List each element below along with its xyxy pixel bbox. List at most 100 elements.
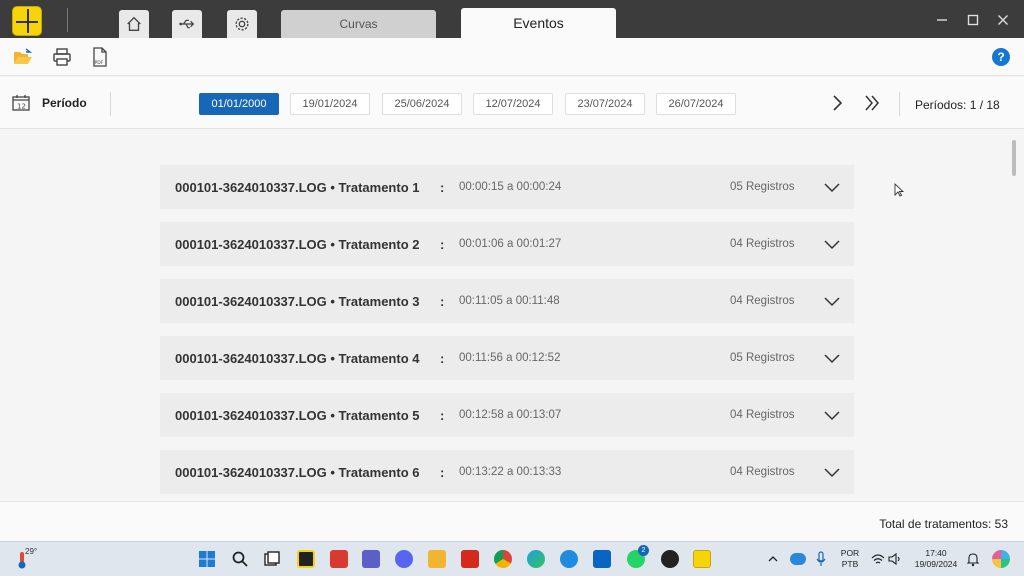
period-date-button[interactable]: 12/07/2024	[473, 93, 553, 115]
close-button[interactable]	[995, 12, 1011, 28]
chevron-down-icon[interactable]	[824, 409, 840, 421]
event-row[interactable]: 000101-3624010337.LOG • Tratamento 3 : 0…	[160, 279, 854, 323]
event-name: 000101-3624010337.LOG • Tratamento 5	[175, 408, 420, 423]
maximize-button[interactable]	[965, 12, 981, 28]
chevron-down-icon[interactable]	[824, 238, 840, 250]
anydesk-icon[interactable]	[330, 550, 348, 568]
windows-start-icon[interactable]	[198, 550, 216, 568]
copilot-icon[interactable]	[992, 550, 1010, 568]
file-explorer-icon[interactable]	[428, 550, 446, 568]
period-date-button[interactable]: 01/01/2000	[199, 93, 279, 115]
home-button[interactable]	[119, 10, 149, 38]
search-icon[interactable]	[231, 550, 249, 568]
weather-temp: 29°	[25, 547, 38, 556]
clock[interactable]: 17:40 19/09/2024	[910, 548, 962, 570]
period-date-button[interactable]: 25/06/2024	[382, 93, 462, 115]
event-row[interactable]: 000101-3624010337.LOG • Tratamento 6 : 0…	[160, 450, 854, 494]
event-separator: :	[440, 465, 445, 480]
open-folder-button[interactable]	[12, 46, 34, 68]
minimize-button[interactable]	[934, 12, 950, 28]
event-record-count: 05 Registros	[730, 181, 795, 193]
event-record-count: 04 Registros	[730, 409, 795, 421]
microphone-icon[interactable]	[815, 550, 827, 568]
maximize-icon	[967, 14, 979, 26]
divider	[899, 92, 900, 116]
svg-text:PDF: PDF	[95, 60, 104, 66]
mouse-cursor-icon	[894, 183, 904, 197]
chrome-icon[interactable]	[494, 550, 512, 568]
total-treatments: Total de tratamentos: 53	[879, 517, 1008, 531]
period-label: Período	[42, 96, 87, 110]
weather-widget[interactable]: 29°	[17, 547, 39, 571]
clock-date: 19/09/2024	[914, 559, 958, 569]
task-view-icon[interactable]	[263, 550, 281, 568]
language-code: POR	[840, 548, 860, 558]
event-name: 000101-3624010337.LOG • Tratamento 2	[175, 237, 420, 252]
title-bar: Curvas Eventos	[0, 0, 1024, 38]
usb-icon	[179, 19, 195, 29]
period-date-button[interactable]: 23/07/2024	[565, 93, 645, 115]
next-period-button[interactable]	[828, 94, 846, 112]
whatsapp-badge: 2	[638, 545, 649, 556]
export-pdf-button[interactable]: PDF	[89, 46, 111, 68]
usb-button[interactable]	[172, 10, 202, 38]
period-date-button[interactable]: 19/01/2024	[290, 93, 370, 115]
close-icon	[998, 15, 1008, 25]
period-date-button[interactable]: 26/07/2024	[656, 93, 736, 115]
event-row[interactable]: 000101-3624010337.LOG • Tratamento 4 : 0…	[160, 336, 854, 380]
wifi-icon[interactable]	[871, 550, 885, 568]
chevron-right-icon	[833, 95, 843, 111]
event-separator: :	[440, 351, 445, 366]
event-time-range: 00:11:05 a 00:11:48	[459, 295, 560, 307]
chevron-down-icon[interactable]	[824, 295, 840, 307]
chevron-down-icon[interactable]	[824, 181, 840, 193]
event-record-count: 04 Registros	[730, 295, 795, 307]
chevron-down-icon[interactable]	[824, 352, 840, 364]
app-logo-icon	[12, 6, 42, 36]
event-name: 000101-3624010337.LOG • Tratamento 1	[175, 180, 420, 195]
language-indicator[interactable]: POR PTB	[838, 548, 862, 570]
whatsapp-icon[interactable]: 2	[627, 545, 649, 568]
settings-button[interactable]	[227, 10, 257, 38]
minimize-icon	[937, 19, 947, 21]
chevron-down-icon[interactable]	[824, 466, 840, 478]
print-button[interactable]	[51, 46, 73, 68]
tab-curvas[interactable]: Curvas	[281, 10, 436, 38]
edge-icon[interactable]	[527, 550, 545, 568]
keyboard-layout: PTB	[841, 559, 859, 569]
notification-bell-icon[interactable]	[966, 550, 980, 568]
event-row[interactable]: 000101-3624010337.LOG • Tratamento 5 : 0…	[160, 393, 854, 437]
event-row[interactable]: 000101-3624010337.LOG • Tratamento 2 : 0…	[160, 222, 854, 266]
double-chevron-right-icon	[865, 95, 879, 111]
clock-time: 17:40	[925, 548, 947, 558]
divider	[67, 8, 68, 32]
svg-text:12: 12	[17, 103, 26, 111]
app-taskbar-icon[interactable]	[297, 550, 315, 568]
folder-open-icon	[14, 48, 33, 64]
event-name: 000101-3624010337.LOG • Tratamento 4	[175, 351, 420, 366]
help-icon[interactable]: ?	[992, 48, 1010, 66]
volume-icon[interactable]	[888, 550, 902, 568]
event-record-count: 04 Registros	[730, 238, 795, 250]
event-time-range: 00:01:06 a 00:01:27	[459, 238, 562, 250]
scrollbar-thumb[interactable]	[1012, 140, 1016, 176]
acrobat-icon[interactable]	[461, 550, 479, 568]
event-row[interactable]: 000101-3624010337.LOG • Tratamento 1 : 0…	[160, 165, 854, 209]
skype-icon[interactable]	[560, 550, 578, 568]
teams-icon[interactable]	[362, 550, 380, 568]
onedrive-icon[interactable]	[790, 553, 806, 565]
media-player-icon[interactable]	[661, 550, 679, 568]
periods-count: Períodos: 1 / 18	[915, 98, 1000, 112]
chevron-up-icon[interactable]	[768, 550, 778, 568]
outlook-icon[interactable]	[593, 550, 611, 568]
app-active-icon[interactable]	[693, 550, 711, 568]
discord-icon[interactable]	[395, 550, 413, 568]
event-time-range: 00:11:56 a 00:12:52	[459, 352, 561, 364]
last-period-button[interactable]	[863, 94, 881, 112]
gear-icon	[235, 17, 249, 31]
tab-eventos[interactable]: Eventos	[461, 8, 616, 38]
event-record-count: 04 Registros	[730, 466, 795, 478]
event-time-range: 00:00:15 a 00:00:24	[459, 181, 562, 193]
home-icon	[127, 16, 141, 31]
event-name: 000101-3624010337.LOG • Tratamento 3	[175, 294, 420, 309]
